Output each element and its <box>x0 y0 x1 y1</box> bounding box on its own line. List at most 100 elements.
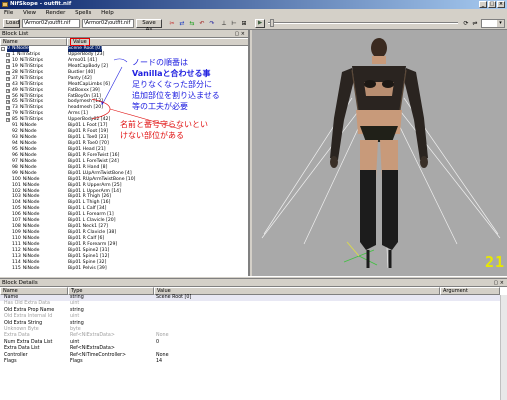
red-ellipse <box>92 98 111 120</box>
tree-row-type: NiNode <box>22 176 40 182</box>
load-button[interactable]: Load <box>3 19 20 28</box>
menu-file[interactable]: File <box>0 9 17 17</box>
frame-counter: 21 <box>484 253 505 271</box>
save-path-field[interactable]: \Armor02\outfit.nif <box>82 19 134 28</box>
tree-row-index: 107 <box>12 218 21 224</box>
tree-row-type: NiTriStrips <box>19 111 44 117</box>
tree-row-index: 111 <box>12 241 21 247</box>
menu-help[interactable]: Help <box>97 9 118 17</box>
tree-row-type: NiNode <box>22 265 40 271</box>
undo-icon[interactable]: ↶ <box>198 20 206 27</box>
close-button[interactable]: × <box>497 1 505 8</box>
annotation-text-line-2: Vanillaと合わせる事 <box>132 69 211 78</box>
details-row-value[interactable]: 14 <box>156 359 162 365</box>
tree-row-type: NiNode <box>22 206 40 212</box>
tree-row-index: 1 <box>12 51 15 57</box>
save-as-button[interactable]: Save As <box>136 19 162 33</box>
collapse-icon[interactable]: - <box>1 47 5 51</box>
details-scrollbar[interactable] <box>500 295 507 400</box>
expand-icon[interactable]: + <box>6 106 10 111</box>
title-bar: NifSkope - outfit.nif _ □ × <box>0 0 507 9</box>
expand-icon[interactable]: + <box>6 76 10 81</box>
expand-icon[interactable]: + <box>6 100 10 105</box>
tree-row-type: NiNode <box>22 224 40 230</box>
tree-row-type: NiTriStrips <box>19 81 44 87</box>
tree-row-index: 79 <box>12 111 18 117</box>
timeline-handle[interactable] <box>270 19 274 27</box>
expand-icon[interactable]: + <box>6 112 10 117</box>
tree-row-type: NiNode <box>22 236 40 241</box>
tree-row-index: 65 <box>12 99 18 105</box>
annotation-red-line-2: けない部位がある <box>120 131 184 140</box>
details-row[interactable]: Flags Flags 14 <box>0 359 500 365</box>
tree-row-type: NiNode <box>22 259 40 265</box>
copy-icon[interactable]: ⇄ <box>178 20 186 27</box>
menu-view[interactable]: View <box>19 9 40 17</box>
expand-icon[interactable]: + <box>6 118 10 123</box>
tree-row-type: NiNode <box>22 200 40 206</box>
expand-icon[interactable]: + <box>6 58 10 63</box>
close-icon[interactable]: ▢ × <box>493 279 504 287</box>
switch-icon[interactable]: ⇌ <box>471 20 479 27</box>
render-view[interactable]: 21 <box>252 30 507 276</box>
minimize-button[interactable]: _ <box>479 1 487 8</box>
timeline-slider[interactable] <box>268 22 458 24</box>
tree-row-type: NiNode <box>22 212 40 218</box>
annotation-overlay: ノードの順番は Vanillaと合わせる事 足りなくなった部分に 追加部位を割り… <box>92 57 257 142</box>
character-model <box>261 38 501 269</box>
tree-row-index: 112 <box>12 247 21 253</box>
loop-icon[interactable]: ⟳ <box>462 20 470 27</box>
play-icon[interactable]: ▶ <box>255 19 265 28</box>
split-icon[interactable]: ⊢ <box>230 20 238 27</box>
expand-icon[interactable]: + <box>6 52 10 57</box>
paste-icon[interactable]: ⇆ <box>188 20 196 27</box>
tree-row-type: NiNode <box>22 230 40 236</box>
cut-icon[interactable]: ✂ <box>168 20 176 27</box>
annotation-text-line-3: 足りなくなった部分に <box>132 80 212 89</box>
tree-row-index: 103 <box>12 194 21 200</box>
tree-row-index: 37 <box>12 75 18 81</box>
maximize-button[interactable]: □ <box>488 1 496 8</box>
tree-row-index: 95 <box>12 146 18 152</box>
app-icon <box>2 2 8 7</box>
menu-render[interactable]: Render <box>42 9 70 17</box>
column-name[interactable]: Name <box>0 38 67 46</box>
close-icon[interactable]: ▢ × <box>234 30 245 38</box>
chevron-down-icon[interactable]: ▾ <box>497 20 504 27</box>
redo-icon[interactable]: ↷ <box>208 20 216 27</box>
column-value[interactable]: Value <box>67 38 248 46</box>
tree-row-index: 110 <box>12 236 21 241</box>
tree-row-type: NiNode <box>22 194 40 200</box>
tree-row-index: 104 <box>12 200 21 206</box>
axis-icon[interactable]: ⊥ <box>220 20 228 27</box>
menu-spells[interactable]: Spells <box>71 9 95 17</box>
details-column-name[interactable]: Name <box>0 287 68 295</box>
details-column-argument[interactable]: Argument <box>440 287 500 295</box>
expand-icon[interactable]: + <box>6 88 10 93</box>
load-path-field[interactable]: \Armor02\outfit.nif <box>22 19 80 28</box>
expand-icon[interactable]: + <box>6 64 10 69</box>
tree-row-type: NiNode <box>19 141 37 146</box>
tree-row-index: 109 <box>12 230 21 236</box>
window-title: NifSkope - outfit.nif <box>10 1 72 7</box>
tree-row[interactable]: 115 NiNode Bip01 Pelvis [39] <box>0 266 248 272</box>
block-details-panel: Block Details ▢ × Name Type Value Argume… <box>0 279 507 400</box>
grid-icon[interactable]: ⊞ <box>240 20 248 27</box>
menu-bar: File View Render Spells Help <box>0 9 507 17</box>
tree-row-type: NiNode <box>22 253 40 259</box>
expand-icon[interactable]: + <box>6 70 10 75</box>
sequence-select[interactable]: ▾ <box>481 19 505 28</box>
details-column-value[interactable]: Value <box>154 287 440 295</box>
details-column-type[interactable]: Type <box>68 287 154 295</box>
tree-row-type: NiNode <box>11 46 29 51</box>
tree-row-type: NiNode <box>22 247 40 253</box>
details-row-name: Flags <box>4 358 17 364</box>
tree-row-index: 91 <box>12 123 18 129</box>
tree-row-index: 56 <box>12 93 18 99</box>
tree-row-index: 0 <box>7 46 10 51</box>
expand-icon[interactable]: + <box>6 94 10 99</box>
tree-row-index: 108 <box>12 224 21 230</box>
annotation-text-line-4: 追加部位を割り込ませる <box>132 91 220 100</box>
tree-row-type: NiNode <box>19 170 37 176</box>
expand-icon[interactable]: + <box>6 82 10 87</box>
